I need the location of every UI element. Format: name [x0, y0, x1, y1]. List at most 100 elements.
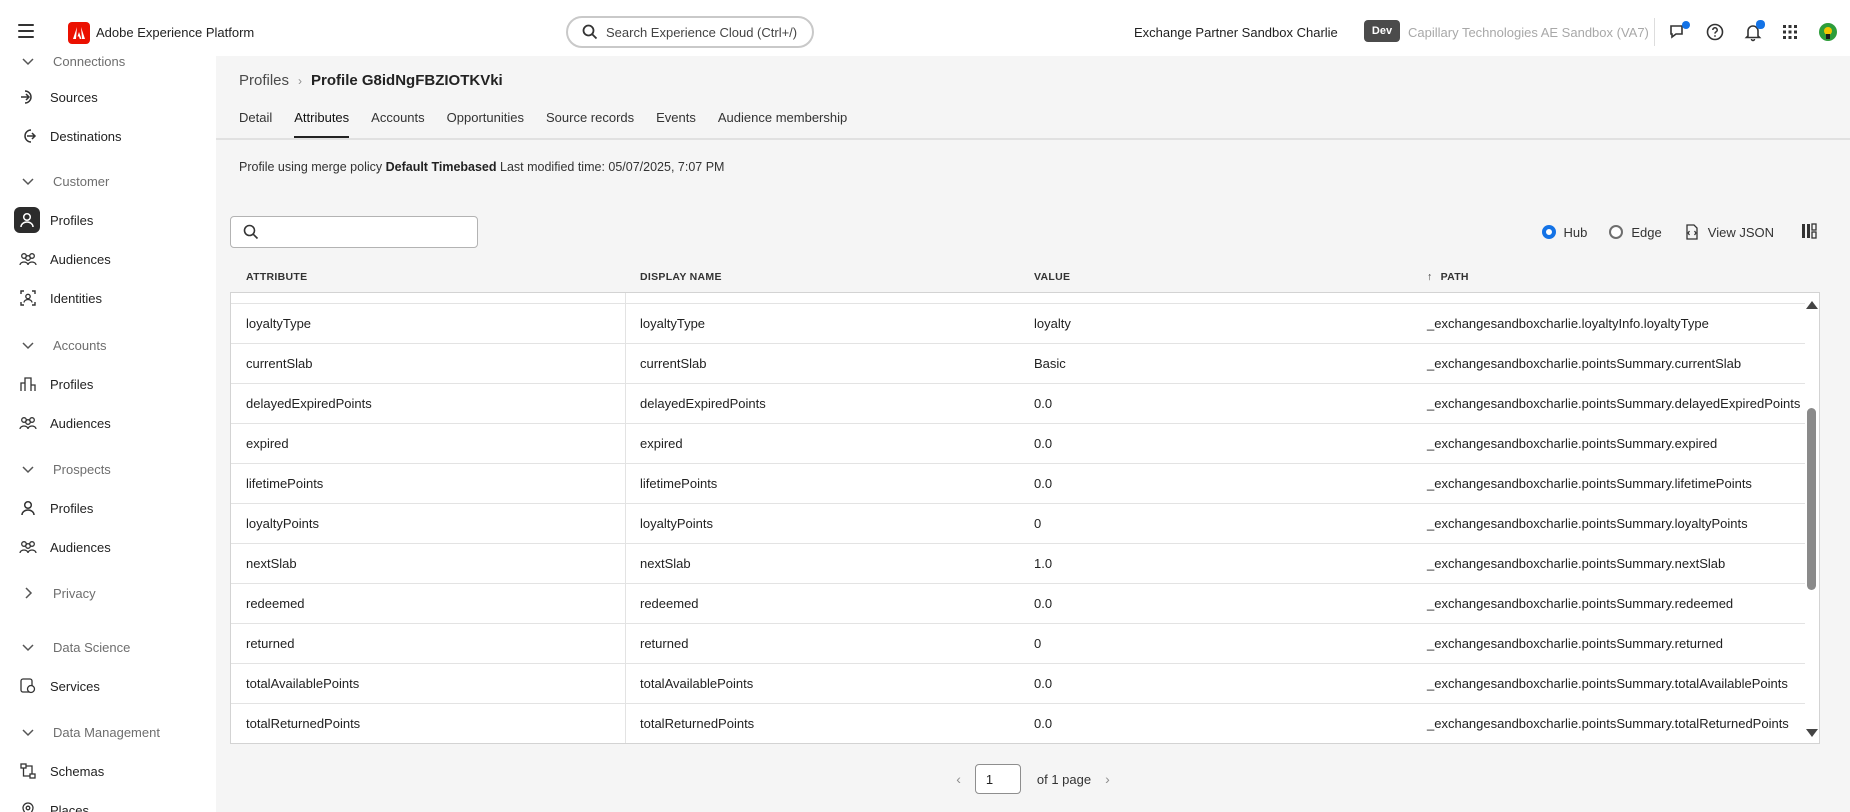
nav-item-sources[interactable]: Sources — [0, 80, 216, 114]
column-header-attribute[interactable]: ATTRIBUTE — [246, 271, 307, 283]
cell-display-name: nextSlab — [640, 556, 691, 571]
table-row[interactable]: currentSlab currentSlab Basic _exchanges… — [231, 343, 1805, 383]
table-row[interactable]: delayedExpiredPoints delayedExpiredPoint… — [231, 383, 1805, 423]
global-search-input[interactable]: Search Experience Cloud (Ctrl+/) — [566, 16, 814, 48]
cell-attribute: delayedExpiredPoints — [246, 396, 372, 411]
nav-section-privacy[interactable]: Privacy — [0, 576, 216, 610]
table-row[interactable]: redeemed redeemed 0.0 _exchangesandboxch… — [231, 583, 1805, 623]
chevron-right-icon — [17, 582, 39, 604]
tab-attributes[interactable]: Attributes — [294, 110, 349, 138]
adobe-logo-icon[interactable] — [68, 22, 90, 44]
next-page-icon[interactable]: › — [1105, 771, 1110, 787]
identities-icon — [17, 287, 39, 309]
nav-section-label: Accounts — [53, 337, 107, 353]
table-row-partial — [231, 293, 1805, 303]
nav-section-prospects[interactable]: Prospects — [0, 452, 216, 486]
nav-item-account-audiences[interactable]: Audiences — [0, 406, 216, 440]
scroll-down-arrow-icon[interactable] — [1806, 729, 1818, 737]
nav-item-account-profiles[interactable]: Profiles — [0, 367, 216, 401]
cell-path: _exchangesandboxcharlie.pointsSummary.re… — [1427, 636, 1724, 651]
nav-item-services[interactable]: Services — [0, 669, 216, 703]
cell-value: 0.0 — [1034, 596, 1053, 611]
column-header-value[interactable]: VALUE — [1034, 271, 1070, 283]
scrollbar-thumb[interactable] — [1807, 408, 1816, 590]
attribute-search-input[interactable] — [230, 216, 478, 248]
nav-item-customer-profiles[interactable]: Profiles — [0, 203, 216, 237]
prev-page-icon[interactable]: ‹ — [956, 771, 961, 787]
tab-opportunities[interactable]: Opportunities — [447, 110, 524, 138]
feedback-icon[interactable] — [1666, 20, 1690, 44]
nav-item-label: Destinations — [50, 128, 122, 144]
table-row[interactable]: returned returned 0 _exchangesandboxchar… — [231, 623, 1805, 663]
hamburger-menu-icon[interactable] — [18, 24, 34, 40]
table-row[interactable]: expired expired 0.0 _exchangesandboxchar… — [231, 423, 1805, 463]
nav-item-label: Profiles — [50, 500, 94, 516]
scroll-up-arrow-icon[interactable] — [1806, 301, 1818, 309]
main-content: Profiles › Profile G8idNgFBZIOTKVki Deta… — [216, 56, 1850, 812]
cell-path: _exchangesandboxcharlie.pointsSummary.ex… — [1427, 436, 1718, 451]
nav-item-destinations[interactable]: Destinations — [0, 119, 216, 153]
nav-section-customer[interactable]: Customer — [0, 164, 216, 198]
nav-section-connections[interactable]: Connections — [0, 56, 216, 78]
cell-attribute: loyaltyType — [246, 316, 312, 331]
app-title[interactable]: Adobe Experience Platform — [96, 25, 254, 40]
nav-item-label: Audiences — [50, 539, 111, 555]
org-switcher[interactable]: Exchange Partner Sandbox Charlie — [1134, 25, 1338, 40]
cell-display-name: lifetimePoints — [640, 476, 718, 491]
nav-item-identities[interactable]: Identities — [0, 281, 216, 315]
profile-icon — [14, 207, 40, 233]
table-row[interactable]: loyaltyType loyaltyType loyalty _exchang… — [231, 303, 1805, 343]
breadcrumb-profiles-link[interactable]: Profiles — [239, 72, 289, 89]
table-header: ATTRIBUTE DISPLAY NAME VALUE ↑ PATH — [230, 262, 1820, 292]
table-row[interactable]: lifetimePoints lifetimePoints 0.0 _excha… — [231, 463, 1805, 503]
nav-item-places[interactable]: Places — [0, 793, 216, 812]
nav-section-data-management[interactable]: Data Management — [0, 715, 216, 749]
user-avatar[interactable] — [1816, 20, 1840, 44]
help-icon[interactable] — [1703, 20, 1727, 44]
services-icon — [17, 675, 39, 697]
cell-attribute: nextSlab — [246, 556, 297, 571]
nav-item-schemas[interactable]: Schemas — [0, 754, 216, 788]
tab-audience-membership[interactable]: Audience membership — [718, 110, 847, 138]
nav-item-prospect-audiences[interactable]: Audiences — [0, 530, 216, 564]
nav-item-label: Profiles — [50, 376, 94, 392]
sandbox-switcher[interactable]: Capillary Technologies AE Sandbox (VA7) — [1408, 25, 1649, 40]
column-header-display-name[interactable]: DISPLAY NAME — [640, 271, 722, 283]
notifications-bell-icon[interactable] — [1741, 20, 1765, 44]
audiences-icon — [17, 248, 39, 270]
table-scrollbar[interactable] — [1803, 293, 1819, 743]
nav-item-prospect-profiles[interactable]: Profiles — [0, 491, 216, 525]
nav-section-label: Customer — [53, 173, 110, 189]
tab-source-records[interactable]: Source records — [546, 110, 634, 138]
search-icon — [243, 224, 259, 240]
view-json-button[interactable]: View JSON — [1684, 224, 1774, 240]
hub-radio[interactable]: Hub — [1541, 225, 1587, 240]
cell-display-name: totalAvailablePoints — [640, 676, 754, 691]
cell-path: _exchangesandboxcharlie.pointsSummary.ne… — [1427, 556, 1726, 571]
tab-divider — [216, 138, 1850, 140]
nav-item-label: Profiles — [50, 212, 94, 228]
nav-item-customer-audiences[interactable]: Audiences — [0, 242, 216, 276]
nav-section-accounts[interactable]: Accounts — [0, 328, 216, 362]
topbar-divider — [1654, 18, 1655, 46]
tab-events[interactable]: Events — [656, 110, 696, 138]
last-modified-text: Last modified time: 05/07/2025, 7:07 PM — [496, 160, 725, 174]
table-row[interactable]: totalAvailablePoints totalAvailablePoint… — [231, 663, 1805, 703]
table-row[interactable]: loyaltyPoints loyaltyPoints 0 _exchanges… — [231, 503, 1805, 543]
table-row[interactable]: totalReturnedPoints totalReturnedPoints … — [231, 703, 1805, 743]
column-header-path[interactable]: ↑ PATH — [1427, 271, 1469, 283]
nav-section-data-science[interactable]: Data Science — [0, 630, 216, 664]
edge-radio[interactable]: Edge — [1609, 225, 1662, 240]
page-number-input[interactable]: 1 — [974, 764, 1021, 794]
nav-item-label: Audiences — [50, 251, 111, 267]
map-pin-icon — [17, 799, 39, 812]
tab-accounts[interactable]: Accounts — [371, 110, 424, 138]
column-settings-icon[interactable] — [1800, 222, 1818, 243]
breadcrumb-separator: › — [298, 73, 303, 88]
table-row[interactable]: nextSlab nextSlab 1.0 _exchangesandboxch… — [231, 543, 1805, 583]
nav-section-label: Connections — [53, 56, 126, 69]
app-switcher-grid-icon[interactable] — [1778, 20, 1802, 44]
radio-circle — [1541, 225, 1556, 239]
chevron-down-icon — [17, 56, 39, 72]
tab-detail[interactable]: Detail — [239, 110, 272, 138]
